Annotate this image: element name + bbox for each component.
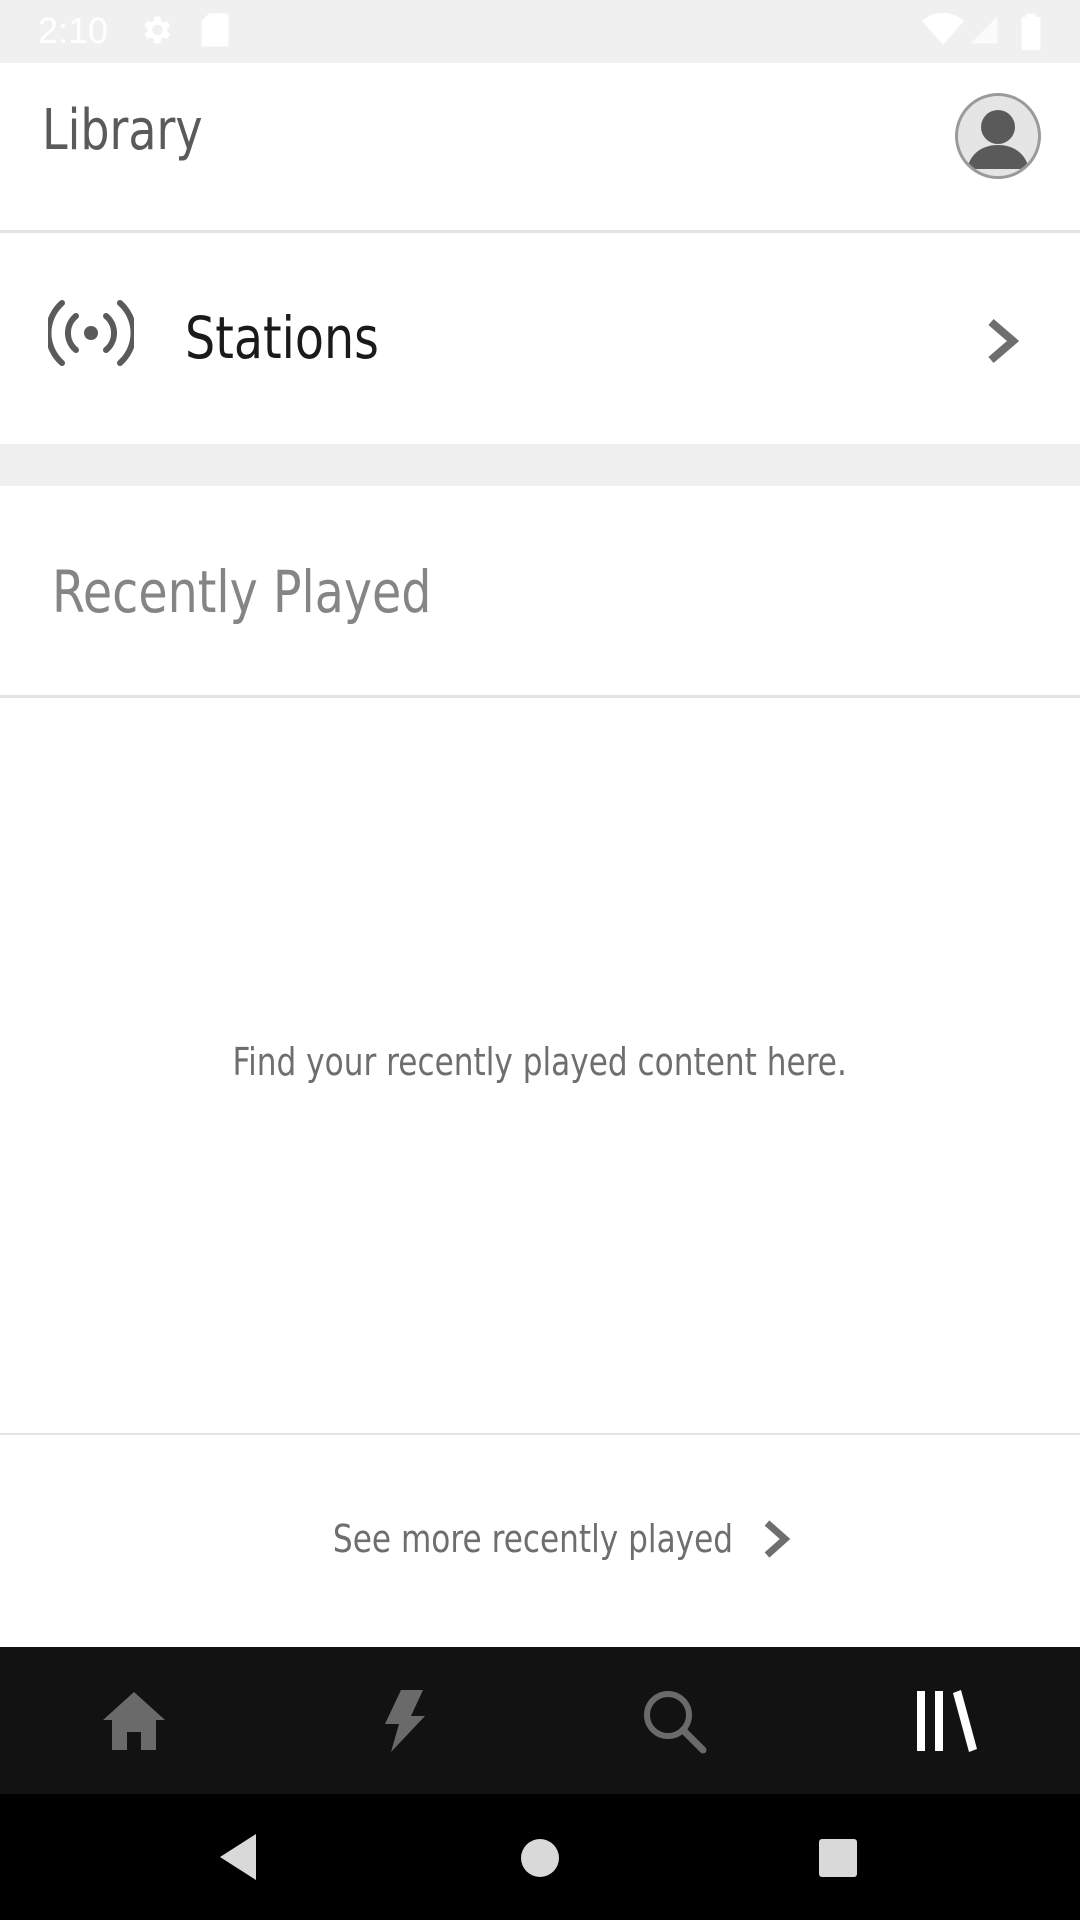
- library-icon: [917, 1690, 977, 1752]
- lightning-icon: [385, 1690, 425, 1752]
- stations-row[interactable]: Stations: [0, 236, 1080, 444]
- empty-state-message: Find your recently played content here.: [232, 1040, 848, 1084]
- see-more-recently-played[interactable]: See more recently played: [0, 1437, 1080, 1647]
- profile-avatar-button[interactable]: [955, 93, 1041, 179]
- status-bar: 2:10: [0, 0, 1080, 63]
- home-icon: [103, 1692, 165, 1750]
- stations-label: Stations: [185, 304, 379, 372]
- chevron-right-icon: [764, 1520, 791, 1558]
- home-circle-icon[interactable]: [520, 1838, 560, 1878]
- person-icon: [967, 110, 1029, 169]
- system-navigation-bar: [0, 1794, 1080, 1920]
- battery-icon: [1021, 13, 1041, 50]
- chevron-right-icon: [988, 318, 1019, 364]
- wifi-icon: [922, 12, 964, 45]
- status-time: 2:10: [38, 10, 109, 51]
- back-icon[interactable]: [216, 1832, 260, 1882]
- nav-library[interactable]: [904, 1685, 984, 1757]
- page-title: Library: [42, 98, 203, 163]
- sd-card-icon: [201, 13, 229, 47]
- recently-played-empty-state: Find your recently played content here.: [0, 700, 1080, 1435]
- gear-icon: [144, 16, 171, 44]
- section-divider: [0, 444, 1080, 486]
- recently-played-header: Recently Played: [0, 486, 1080, 698]
- radio-broadcast-icon: [48, 300, 134, 366]
- see-more-label: See more recently played: [332, 1517, 733, 1561]
- nav-home[interactable]: [94, 1685, 174, 1757]
- search-icon: [644, 1691, 707, 1754]
- nav-search[interactable]: [634, 1685, 714, 1757]
- recents-square-icon[interactable]: [818, 1838, 858, 1878]
- library-header: Library: [0, 63, 1080, 233]
- recently-played-title: Recently Played: [52, 558, 432, 626]
- signal-icon: [970, 16, 998, 44]
- bottom-navigation: [0, 1647, 1080, 1794]
- nav-for-you[interactable]: [364, 1685, 444, 1757]
